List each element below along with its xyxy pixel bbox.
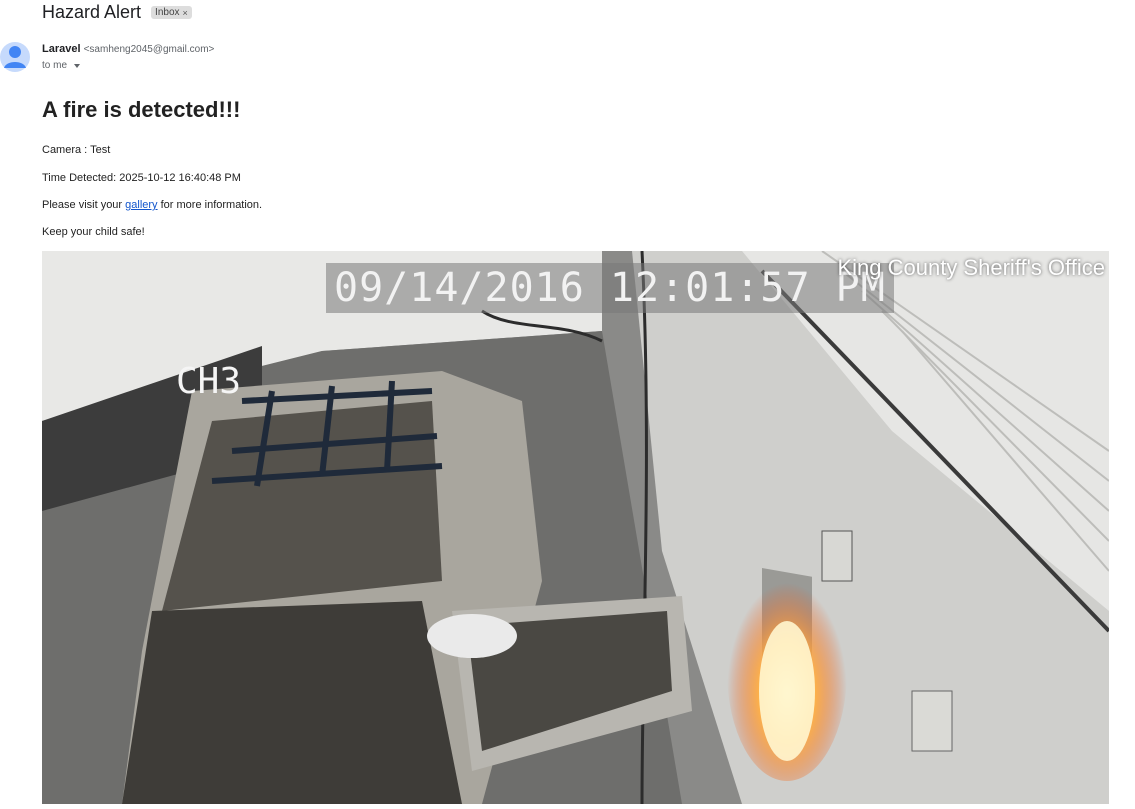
cctv-channel: CH3 [176, 361, 242, 402]
time-line: Time Detected: 2025-10-12 16:40:48 PM [42, 172, 241, 184]
chevron-down-icon [74, 63, 81, 68]
subject-row: Hazard Alert Inbox × [42, 2, 192, 23]
cctv-watermark: King County Sheriff's Office [837, 255, 1105, 280]
sender-email: <samheng2045@gmail.com> [83, 44, 215, 55]
visit-suffix: for more information. [157, 199, 263, 211]
recipients-label: to me [42, 60, 68, 71]
remove-label-icon[interactable]: × [183, 8, 188, 18]
cctv-timestamp: 09/14/2016 12:01:57 PM [326, 263, 894, 313]
cctv-image: 09/14/2016 12:01:57 PM King County Sheri… [42, 251, 1109, 804]
person-icon [0, 42, 30, 72]
gallery-link[interactable]: gallery [125, 199, 157, 211]
inbox-label-chip[interactable]: Inbox × [151, 6, 192, 19]
sender-row: Laravel <samheng2045@gmail.com> [42, 43, 214, 55]
sender-avatar[interactable] [0, 40, 30, 74]
recipients-toggle[interactable]: to me [42, 60, 81, 71]
closing-line: Keep your child safe! [42, 226, 145, 238]
visit-line: Please visit your gallery for more infor… [42, 199, 262, 211]
cctv-scene [42, 251, 1109, 804]
email-subject: Hazard Alert [42, 2, 142, 22]
visit-prefix: Please visit your [42, 199, 126, 211]
email-heading: A fire is detected!!! [42, 97, 241, 122]
sender-name[interactable]: Laravel [42, 43, 81, 55]
camera-line: Camera : Test [42, 144, 111, 156]
inbox-label: Inbox [155, 7, 180, 18]
